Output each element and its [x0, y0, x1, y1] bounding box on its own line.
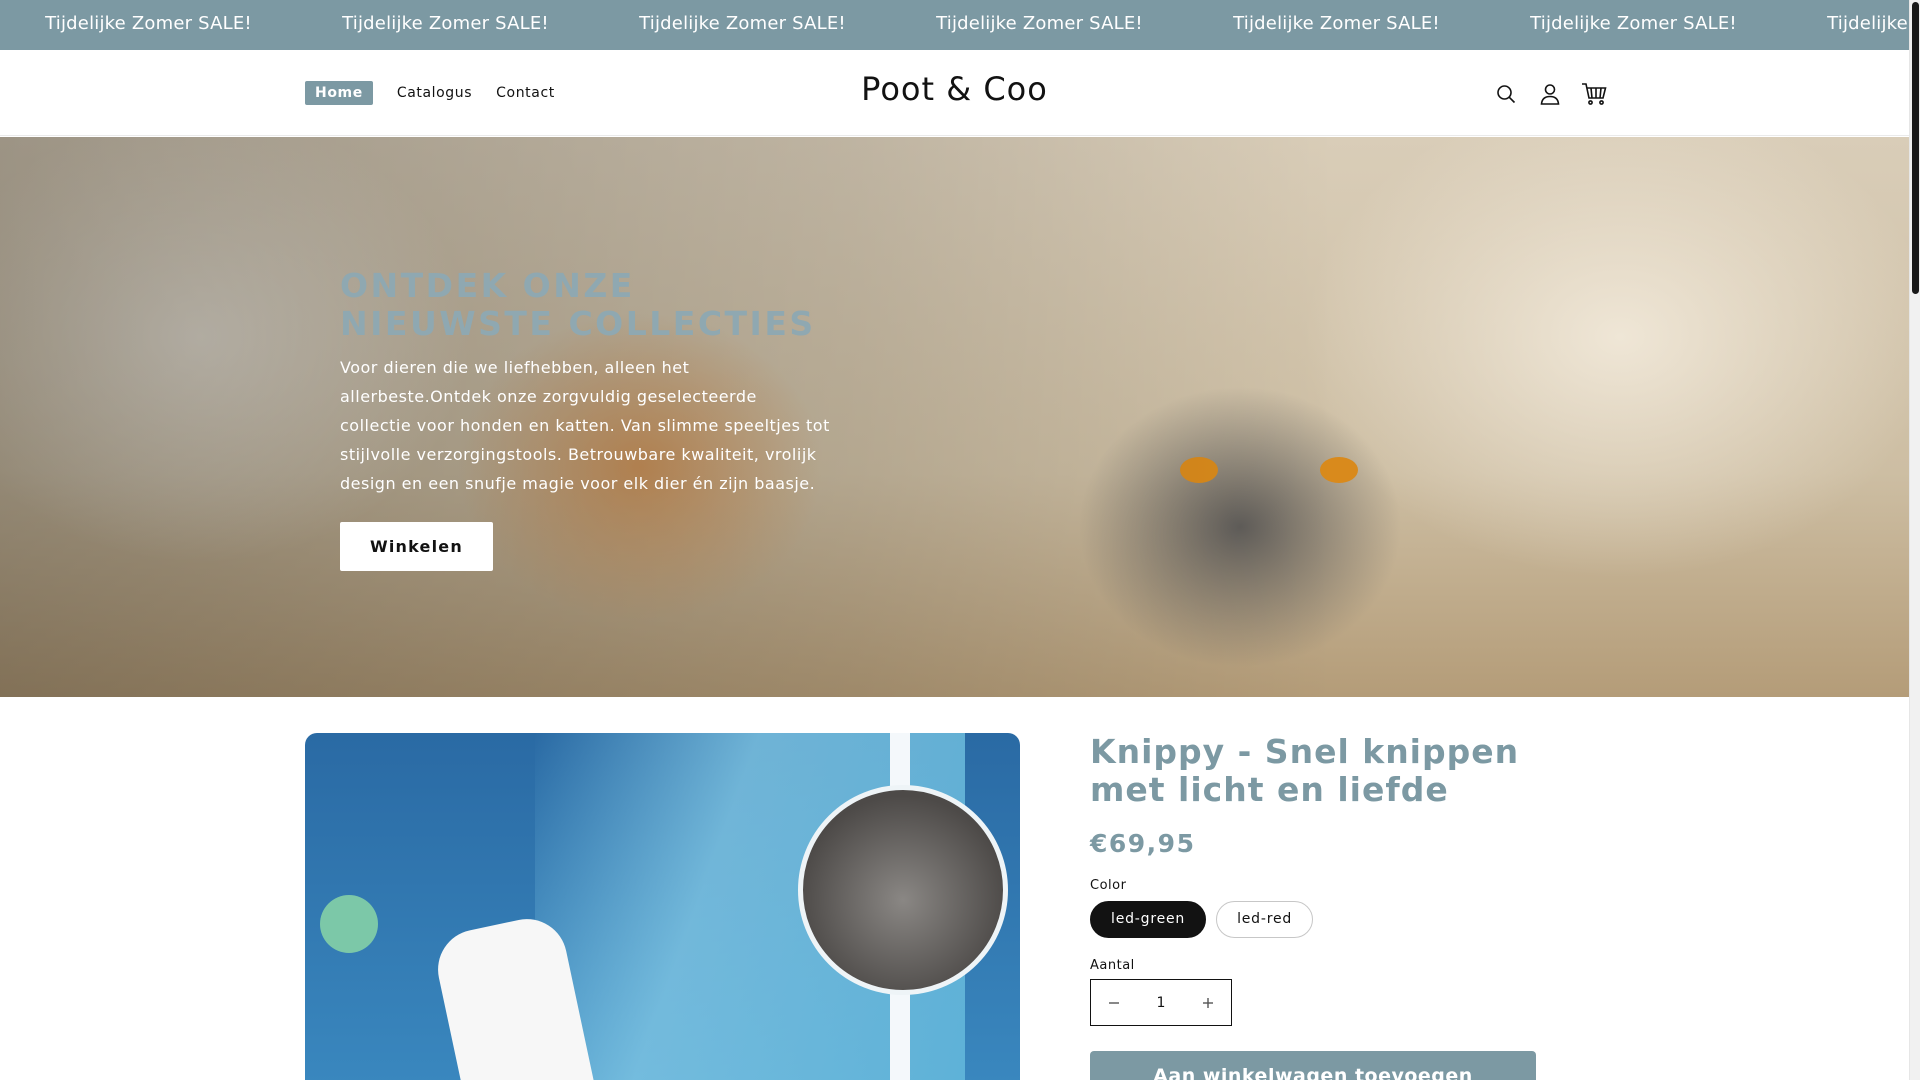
quantity-stepper: 1 — [1090, 979, 1232, 1026]
add-to-cart-button[interactable]: Aan winkelwagen toevoegen — [1090, 1051, 1536, 1080]
site-logo[interactable]: Poot & Coo — [0, 70, 1909, 108]
scrollbar-thumb[interactable] — [1912, 2, 1919, 294]
hero-banner: ONTDEK ONZE NIEUWSTE COLLECTIES Voor die… — [0, 137, 1909, 697]
quantity-decrease-button[interactable] — [1091, 980, 1137, 1025]
announcement-bar: Tijdelijke Zomer SALE! Tijdelijke Zomer … — [0, 0, 1909, 50]
product-info: Knippy - Snel knippen met licht en liefd… — [1090, 733, 1536, 1080]
announcement-item: Tijdelijke Zomer SALE! — [639, 13, 846, 34]
cart-icon[interactable] — [1578, 78, 1610, 110]
announcement-item: Tijdelijke Zomer SALE! — [1233, 13, 1440, 34]
quantity-label: Aantal — [1090, 958, 1135, 973]
search-icon[interactable] — [1490, 78, 1522, 110]
site-header: Home Catalogus Contact Poot & Coo — [0, 50, 1909, 136]
hero-content: ONTDEK ONZE NIEUWSTE COLLECTIES Voor die… — [340, 267, 830, 571]
nail-clipper-led — [320, 895, 378, 953]
quantity-increase-button[interactable] — [1185, 980, 1231, 1025]
color-option-led-green[interactable]: led-green — [1090, 901, 1207, 938]
color-label: Color — [1090, 878, 1127, 893]
color-options: led-green led-red — [1090, 901, 1536, 938]
announcement-item: Tijdelijke Zomer SALE! — [342, 13, 549, 34]
product-price: €69,95 — [1090, 829, 1196, 858]
shop-button[interactable]: Winkelen — [340, 522, 493, 571]
color-option-led-red[interactable]: led-red — [1216, 901, 1314, 938]
account-icon[interactable] — [1534, 78, 1566, 110]
announcement-item: Tijdelijke Zomer SALE! — [45, 13, 252, 34]
quantity-input[interactable]: 1 — [1137, 995, 1185, 1011]
announcement-item: Tijdelijke Zomer SALE! — [936, 13, 1143, 34]
announcement-item: Tijdelijke Zomer SALE! — [1530, 13, 1737, 34]
page-scrollbar[interactable] — [1909, 0, 1920, 1080]
product-title: Knippy - Snel knippen met licht en liefd… — [1090, 732, 1520, 809]
product-image-detail-circle — [798, 785, 1008, 995]
minus-icon — [1109, 1001, 1119, 1004]
announcement-item: Tijdelijke Zomer SALE! — [1827, 13, 1909, 34]
announcement-track: Tijdelijke Zomer SALE! Tijdelijke Zomer … — [0, 0, 1909, 50]
hero-title: ONTDEK ONZE NIEUWSTE COLLECTIES — [340, 266, 816, 343]
header-icons — [1490, 78, 1622, 110]
hero-subtitle: Voor dieren die we liefhebben, alleen he… — [340, 358, 830, 493]
hero-overlay — [0, 137, 1909, 697]
product-image[interactable] — [305, 733, 1020, 1080]
plus-icon — [1203, 997, 1213, 1008]
